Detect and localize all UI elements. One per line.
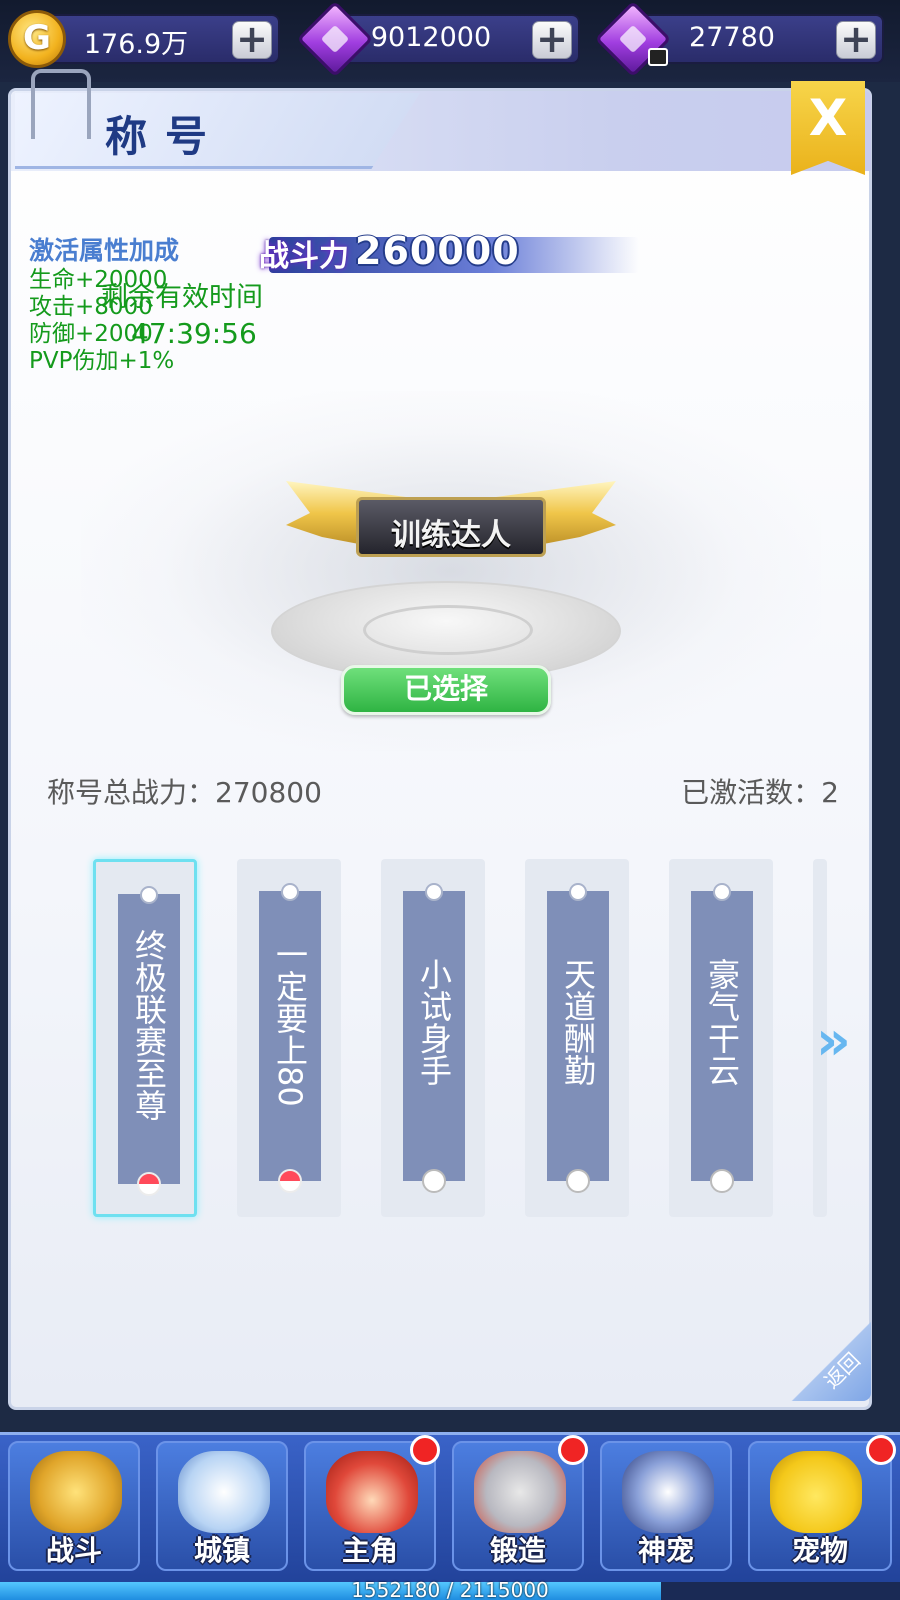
bottom-nav: 战斗 城镇 主角 锻造 神宠 宠物 bbox=[0, 1432, 900, 1600]
gold-display: 176.9万 + bbox=[40, 14, 280, 64]
total-title-power: 称号总战力：270800 bbox=[47, 776, 322, 809]
pokeball-active-icon bbox=[278, 1169, 302, 1193]
clip-icon bbox=[31, 69, 91, 139]
activated-count: 已激活数：2 bbox=[681, 776, 839, 809]
close-button[interactable]: X bbox=[791, 81, 865, 175]
add-gold-button[interactable]: + bbox=[232, 20, 272, 59]
combat-power-value: 260000 bbox=[355, 229, 520, 273]
card-title-text: 天道酬勤 bbox=[559, 958, 597, 1086]
attribute-line: PVP伤加+1% bbox=[29, 348, 175, 374]
card-strip: 天道酬勤 bbox=[547, 883, 609, 1193]
nav-label: 主角 bbox=[341, 1534, 398, 1567]
town-icon bbox=[178, 1451, 270, 1533]
nav-item-divine-pet[interactable]: 神宠 bbox=[600, 1441, 732, 1571]
page-title: 称号 bbox=[105, 112, 226, 161]
selected-button[interactable]: 已选择 bbox=[341, 665, 551, 715]
nav-label: 战斗 bbox=[45, 1534, 102, 1567]
attribute-bonus-title: 激活属性加成 bbox=[29, 236, 180, 265]
title-badge: 训练达人 bbox=[286, 469, 616, 579]
next-page-arrow-icon[interactable]: » bbox=[816, 1009, 851, 1072]
card-title-text: 小试身手 bbox=[415, 958, 453, 1086]
pokeball-inactive-icon bbox=[566, 1169, 590, 1193]
title-badge-text: 训练达人 bbox=[391, 518, 511, 553]
card-strip: 一定要上80 bbox=[259, 883, 321, 1193]
diamond-icon bbox=[296, 0, 374, 78]
experience-text: 1552180 / 2115000 bbox=[351, 1578, 549, 1600]
experience-bar: 1552180 / 2115000 bbox=[0, 1578, 900, 1600]
gold-value: 176.9万 bbox=[83, 29, 189, 60]
notification-dot bbox=[866, 1435, 896, 1465]
card-title-text: 豪气干云 bbox=[703, 958, 741, 1086]
title-badge-plate: 训练达人 bbox=[356, 497, 546, 557]
pokeball-inactive-icon bbox=[710, 1169, 734, 1193]
currency-bar: 176.9万 + G 9012000 + 27780 + bbox=[0, 0, 900, 82]
card-title-text: 一定要上80 bbox=[271, 937, 309, 1107]
remaining-time-label: 剩余有效时间 bbox=[101, 282, 263, 313]
notification-dot bbox=[558, 1435, 588, 1465]
combat-power-label: 战斗力 bbox=[259, 239, 349, 274]
title-card[interactable]: 豪气干云 bbox=[669, 859, 773, 1217]
pokeball-inactive-icon bbox=[422, 1169, 446, 1193]
nav-label: 神宠 bbox=[637, 1534, 694, 1567]
nav-item-pet[interactable]: 宠物 bbox=[748, 1435, 896, 1571]
remaining-time-value: 47:39:56 bbox=[131, 317, 257, 350]
card-strip: 豪气干云 bbox=[691, 883, 753, 1193]
title-card[interactable]: 终极联赛至尊 bbox=[93, 859, 197, 1217]
title-card[interactable]: 天道酬勤 bbox=[525, 859, 629, 1217]
nav-label: 宠物 bbox=[791, 1534, 848, 1567]
title-panel: 称号 X 激活属性加成 生命+20000 攻击+8000 防御+2000 PVP… bbox=[8, 69, 872, 1410]
gold-coin-icon: G bbox=[8, 10, 66, 68]
close-icon: X bbox=[808, 89, 848, 147]
return-label: 返回 bbox=[819, 1347, 865, 1394]
lock-icon bbox=[648, 48, 668, 66]
card-strip: 终极联赛至尊 bbox=[118, 886, 180, 1196]
nav-item-town[interactable]: 城镇 bbox=[156, 1441, 288, 1571]
card-strip: 小试身手 bbox=[403, 883, 465, 1193]
notification-dot bbox=[410, 1435, 440, 1465]
nav-label: 城镇 bbox=[193, 1534, 250, 1567]
card-title-text: 终极联赛至尊 bbox=[130, 929, 168, 1121]
add-locked-diamond-button[interactable]: + bbox=[836, 20, 876, 59]
nav-item-forge[interactable]: 锻造 bbox=[452, 1435, 588, 1571]
nav-label: 锻造 bbox=[489, 1534, 546, 1567]
divine-pet-icon bbox=[622, 1451, 714, 1533]
combat-power: 战斗力 260000 bbox=[259, 229, 639, 279]
title-card[interactable]: 一定要上80 bbox=[237, 859, 341, 1217]
add-diamond-button[interactable]: + bbox=[532, 20, 572, 59]
nav-item-hero[interactable]: 主角 bbox=[304, 1435, 440, 1571]
hero-icon bbox=[326, 1451, 418, 1533]
title-card[interactable]: 小试身手 bbox=[381, 859, 485, 1217]
nav-item-battle[interactable]: 战斗 bbox=[8, 1441, 140, 1571]
pet-icon bbox=[770, 1451, 862, 1533]
forge-icon bbox=[474, 1451, 566, 1533]
battle-icon bbox=[30, 1451, 122, 1533]
pokeball-active-icon bbox=[137, 1172, 161, 1196]
return-button[interactable]: 返回 bbox=[791, 1321, 871, 1401]
